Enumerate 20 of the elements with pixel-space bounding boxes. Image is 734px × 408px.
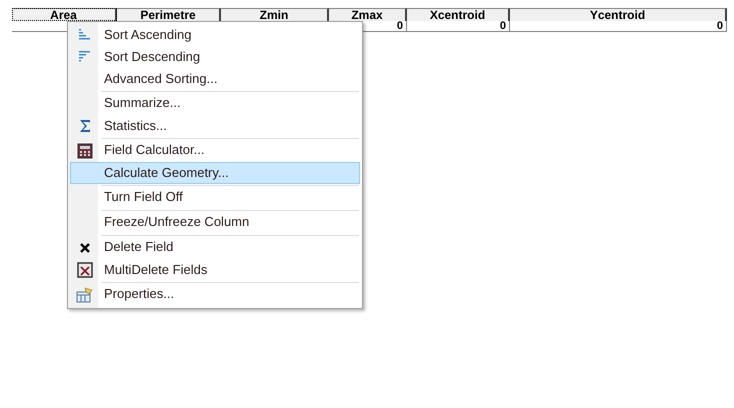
sort-descending-icon [78, 50, 92, 64]
menu-item[interactable]: Sort Descending [70, 46, 360, 68]
table-cell: 0 [407, 21, 510, 32]
menu-item[interactable]: Advanced Sorting... [70, 68, 360, 90]
column-header[interactable]: Area [12, 8, 117, 21]
menu-item[interactable]: Statistics... [70, 115, 360, 137]
column-header[interactable]: Zmax [329, 8, 407, 21]
menu-item[interactable]: Calculate Geometry... [70, 162, 360, 184]
properties-icon [76, 287, 94, 303]
column-header[interactable]: Perimetre [117, 8, 221, 21]
calculator-icon [77, 143, 93, 159]
column-header[interactable]: Ycentroid [510, 8, 727, 21]
table-cell: 0 [510, 21, 727, 32]
sigma-icon [78, 118, 92, 134]
column-header[interactable]: Xcentroid [407, 8, 510, 21]
cross-icon [79, 242, 91, 254]
column-header[interactable]: Zmin [221, 8, 329, 21]
boxed-cross-icon [77, 262, 93, 278]
sort-ascending-icon [78, 28, 92, 42]
menu-item[interactable]: MultiDelete Fields [70, 259, 360, 281]
